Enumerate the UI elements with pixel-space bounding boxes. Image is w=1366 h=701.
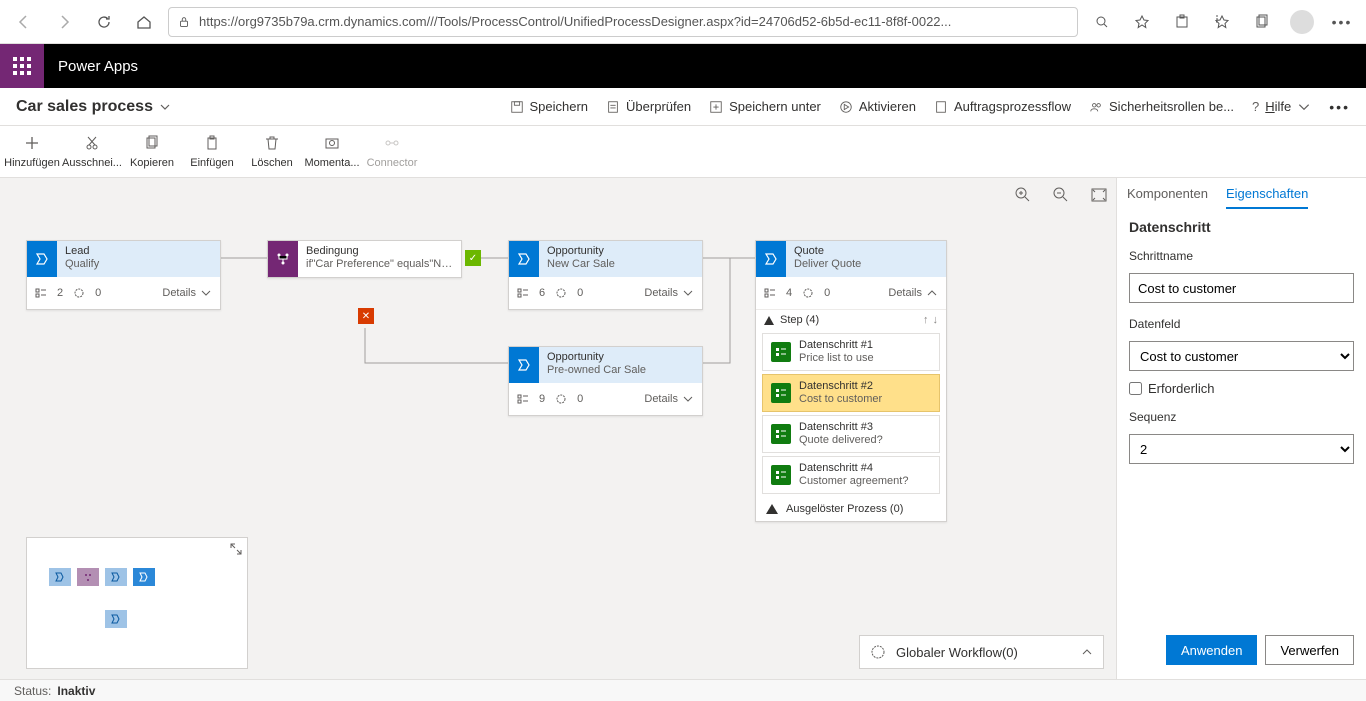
activate-button[interactable]: Aktivieren (839, 99, 916, 114)
expand-icon[interactable] (229, 542, 243, 556)
connector-button: Connector (362, 132, 422, 169)
properties-panel: Komponenten Eigenschaften Datenschritt S… (1116, 178, 1366, 679)
datafield-label: Datenfeld (1129, 317, 1354, 331)
status-value: Inaktiv (57, 684, 95, 698)
more-commands-button[interactable]: ••• (1329, 99, 1350, 115)
app-bar: Power Apps (0, 44, 1366, 88)
stepname-label: Schrittname (1129, 249, 1354, 263)
favorite-button[interactable] (1126, 6, 1158, 38)
steps-header: Step (4) ↑↓ (756, 310, 946, 330)
address-bar[interactable]: https://org9735b79a.crm.dynamics.com///T… (168, 7, 1078, 37)
nav-back-button[interactable] (8, 6, 40, 38)
stage-icon (756, 241, 786, 277)
lock-icon (177, 15, 191, 29)
security-roles-button[interactable]: Sicherheitsrollen be... (1089, 99, 1234, 114)
validate-button[interactable]: Überprüfen (606, 99, 691, 114)
panel-section-title: Datenschritt (1129, 219, 1354, 235)
stage-lead[interactable]: LeadQualify 2 0 Details (26, 240, 221, 310)
sequence-select[interactable]: 2 (1129, 434, 1354, 464)
checklist-icon (771, 342, 791, 362)
browser-more-button[interactable]: ••• (1326, 6, 1358, 38)
zoom-out-button[interactable] (1052, 186, 1070, 207)
condition-false-badge: ✕ (358, 308, 374, 324)
global-workflow-toggle[interactable]: Globaler Workflow(0) (859, 635, 1104, 669)
help-button[interactable]: ?HHilfeilfe (1252, 99, 1311, 114)
save-button[interactable]: Speichern (510, 99, 589, 114)
stage-quote[interactable]: QuoteDeliver Quote 4 0 Details Step (4) … (755, 240, 947, 522)
datafield-select[interactable]: Cost to customer (1129, 341, 1354, 371)
stage-opportunity-new[interactable]: OpportunityNew Car Sale 6 0 Details (508, 240, 703, 310)
move-down-button[interactable]: ↓ (933, 314, 939, 326)
delete-button[interactable]: Löschen (242, 132, 302, 169)
zoom-button[interactable] (1086, 6, 1118, 38)
checklist-icon (771, 383, 791, 403)
status-label: Status: (14, 684, 51, 698)
workflow-icon (870, 644, 886, 660)
data-step-4[interactable]: Datenschritt #4Customer agreement? (762, 456, 940, 494)
condition-icon (268, 241, 298, 277)
extensions-button[interactable] (1166, 6, 1198, 38)
data-step-3[interactable]: Datenschritt #3Quote delivered? (762, 415, 940, 453)
add-button[interactable]: Hinzufügen (2, 132, 62, 169)
save-as-button[interactable]: Speichern unter (709, 99, 821, 114)
canvas[interactable]: LeadQualify 2 0 Details Bedingungif"Car … (0, 178, 1116, 679)
apply-button[interactable]: Anwenden (1166, 635, 1257, 665)
required-label: Erforderlich (1148, 381, 1214, 396)
stage-icon (509, 347, 539, 383)
nav-forward-button[interactable] (48, 6, 80, 38)
required-checkbox[interactable] (1129, 382, 1142, 395)
triangle-icon (766, 504, 778, 514)
move-up-button[interactable]: ↑ (923, 314, 929, 326)
stepname-input[interactable] (1129, 273, 1354, 303)
triggers-icon (73, 287, 85, 299)
data-step-2[interactable]: Datenschritt #2Cost to customer (762, 374, 940, 412)
process-name-dropdown[interactable]: Car sales process (16, 98, 171, 116)
details-toggle[interactable]: Details (162, 287, 212, 299)
minimap[interactable] (26, 537, 248, 669)
toolbar: Hinzufügen Ausschnei... Kopieren Einfüge… (0, 126, 1366, 178)
command-row: Car sales process Speichern Überprüfen S… (0, 88, 1366, 126)
favorites-list-button[interactable] (1206, 6, 1238, 38)
app-title: Power Apps (44, 58, 138, 75)
checklist-icon (771, 465, 791, 485)
checklist-icon (771, 424, 791, 444)
stage-condition[interactable]: Bedingungif"Car Preference" equals"New C… (267, 240, 462, 278)
browser-bar: https://org9735b79a.crm.dynamics.com///T… (0, 0, 1366, 44)
data-step-1[interactable]: Datenschritt #1Price list to use (762, 333, 940, 371)
tab-properties[interactable]: Eigenschaften (1226, 186, 1308, 209)
waffle-icon (13, 57, 31, 75)
profile-button[interactable] (1286, 6, 1318, 38)
zoom-in-button[interactable] (1014, 186, 1032, 207)
address-text: https://org9735b79a.crm.dynamics.com///T… (199, 14, 951, 29)
sequence-label: Sequenz (1129, 410, 1354, 424)
steps-icon (35, 287, 47, 299)
home-button[interactable] (128, 6, 160, 38)
details-toggle[interactable]: Details (644, 393, 694, 405)
cut-button[interactable]: Ausschnei... (62, 132, 122, 169)
triggered-process-row[interactable]: Ausgelöster Prozess (0) (756, 497, 946, 521)
stage-icon (27, 241, 57, 277)
chevron-down-icon (159, 101, 171, 113)
app-launcher-button[interactable] (0, 44, 44, 88)
reload-button[interactable] (88, 6, 120, 38)
stage-icon (509, 241, 539, 277)
status-bar: Status: Inaktiv (0, 679, 1366, 701)
stage-opportunity-preowned[interactable]: OpportunityPre-owned Car Sale 9 0 Detail… (508, 346, 703, 416)
details-toggle[interactable]: Details (644, 287, 694, 299)
tab-components[interactable]: Komponenten (1127, 186, 1208, 209)
chevron-up-icon (1081, 646, 1093, 658)
details-toggle[interactable]: Details (888, 287, 938, 299)
condition-true-badge: ✓ (465, 250, 481, 266)
paste-button[interactable]: Einfügen (182, 132, 242, 169)
snapshot-button[interactable]: Momenta... (302, 132, 362, 169)
discard-button[interactable]: Verwerfen (1265, 635, 1354, 665)
order-flow-button[interactable]: Auftragsprozessflow (934, 99, 1071, 114)
fit-screen-button[interactable] (1090, 186, 1108, 207)
collections-button[interactable] (1246, 6, 1278, 38)
copy-button[interactable]: Kopieren (122, 132, 182, 169)
